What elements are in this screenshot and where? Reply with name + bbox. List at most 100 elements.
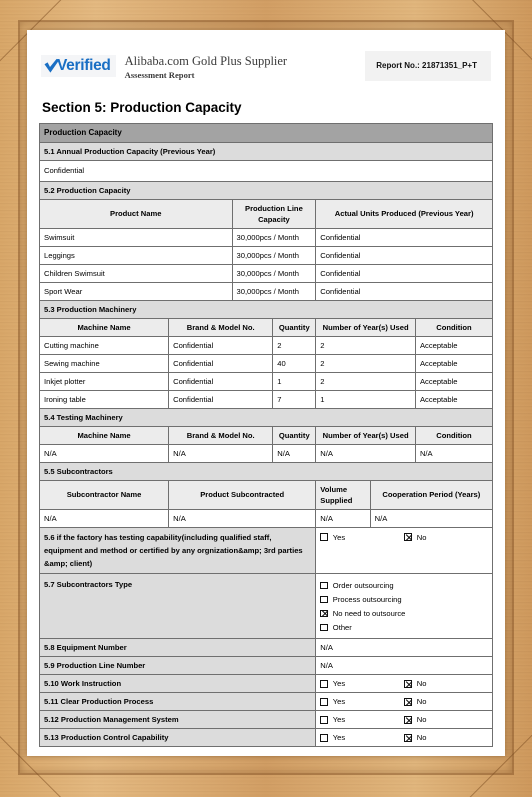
cell-years-used: 2 bbox=[315, 371, 416, 391]
checkbox-icon-yes[interactable] bbox=[320, 716, 328, 724]
brand-title: Alibaba.com Gold Plus Supplier bbox=[124, 54, 288, 68]
table-row-band-51: 5.1 Annual Production Capacity (Previous… bbox=[39, 141, 493, 161]
cell-quantity: 2 bbox=[272, 335, 317, 355]
checkbox-option-no-5-12[interactable]: No bbox=[404, 714, 427, 725]
band-5-2: 5.2 Production Capacity bbox=[39, 180, 493, 200]
checkbox-option-no-5-11[interactable]: No bbox=[404, 696, 427, 707]
checkbox-option-no-5-10[interactable]: No bbox=[404, 678, 427, 689]
checkbox-option-no-need-to-outsource[interactable]: No need to outsource bbox=[320, 608, 488, 619]
checkbox-label-no: No bbox=[416, 715, 427, 725]
cell-machine-name: Cutting machine bbox=[38, 335, 170, 355]
cell-condition: Acceptable bbox=[414, 353, 494, 373]
checkbox-label-yes: Yes bbox=[332, 679, 346, 689]
col-machine-name: Machine Name bbox=[38, 317, 170, 337]
production-capacity-table: Production Capacity 5.1 Annual Productio… bbox=[38, 123, 494, 748]
checkbox-icon-yes[interactable] bbox=[320, 533, 328, 541]
cell-product-name: Children Swimsuit bbox=[39, 263, 233, 283]
col-quantity: Quantity bbox=[272, 317, 317, 337]
col-brand-model: Brand & Model No. bbox=[168, 425, 274, 445]
table-row: Children Swimsuit 30,000pcs / Month Conf… bbox=[39, 263, 493, 283]
cell-actual-units: Confidential bbox=[315, 263, 493, 283]
brand-subtitle: Assessment Report bbox=[124, 69, 195, 80]
checkbox-icon-no[interactable] bbox=[404, 698, 412, 706]
band-5-3: 5.3 Production Machinery bbox=[39, 299, 493, 319]
cell-machine-name: N/A bbox=[38, 443, 170, 463]
table-row-5-7: 5.7 Subcontractors Type Order outsourcin… bbox=[38, 573, 493, 640]
brand-text: Alibaba.com Gold Plus Supplier Assessmen… bbox=[125, 50, 288, 80]
checkbox-label-other: Other bbox=[332, 622, 352, 632]
table-row-band-52: 5.2 Production Capacity bbox=[39, 180, 493, 200]
page-title: Section 5: Production Capacity bbox=[42, 100, 242, 115]
cell-years-used: 2 bbox=[315, 335, 416, 355]
table-row-52-head: Product Name Production Line Capacity Ac… bbox=[39, 198, 493, 229]
checkbox-option-yes-5-10[interactable]: Yes bbox=[320, 678, 404, 689]
cell-brand-model: N/A bbox=[168, 443, 274, 463]
verified-logo-text: Verified bbox=[57, 57, 111, 74]
cell-cooperation-period: N/A bbox=[369, 508, 494, 528]
col-subcontractor-name: Subcontractor Name bbox=[38, 479, 170, 510]
checkbox-option-yes-5-6[interactable]: Yes bbox=[320, 532, 404, 543]
value-5-1: Confidential bbox=[39, 159, 493, 182]
table-row-band-55: 5.5 Subcontractors bbox=[39, 461, 493, 481]
band-5-5: 5.5 Subcontractors bbox=[39, 461, 493, 481]
choices-5-12: Yes No bbox=[315, 710, 493, 730]
desk-background: Verified Alibaba.com Gold Plus Supplier … bbox=[0, 0, 532, 797]
col-machine-name: Machine Name bbox=[38, 425, 170, 445]
table-row-band-main: Production Capacity bbox=[39, 123, 493, 143]
band-production-capacity: Production Capacity bbox=[39, 123, 493, 143]
col-brand-model: Brand & Model No. bbox=[168, 317, 274, 337]
cell-product-name: Sport Wear bbox=[39, 281, 233, 301]
col-condition: Condition bbox=[414, 317, 494, 337]
label-5-13: 5.13 Production Control Capability bbox=[38, 728, 317, 748]
cell-condition: Acceptable bbox=[414, 371, 494, 391]
table-row: Swimsuit 30,000pcs / Month Confidential bbox=[39, 227, 493, 247]
col-volume-supplied: Volume Supplied bbox=[315, 479, 371, 510]
checkbox-label-process-outsourcing: Process outsourcing bbox=[332, 594, 402, 604]
table-row-5-13: 5.13 Production Control Capability Yes N… bbox=[38, 728, 493, 748]
checkbox-icon-yes[interactable] bbox=[320, 680, 328, 688]
label-5-8: 5.8 Equipment Number bbox=[38, 638, 317, 658]
checkbox-label-yes: Yes bbox=[332, 733, 346, 743]
cell-quantity: 7 bbox=[272, 389, 317, 409]
table-row-53-head: Machine Name Brand & Model No. Quantity … bbox=[38, 317, 494, 337]
checkbox-option-no-5-6[interactable]: No bbox=[404, 532, 427, 543]
checkbox-option-no-5-13[interactable]: No bbox=[404, 732, 427, 743]
checkbox-icon-no[interactable] bbox=[404, 680, 412, 688]
col-product-subcontracted: Product Subcontracted bbox=[168, 479, 317, 510]
checkbox-icon-other[interactable] bbox=[320, 623, 328, 632]
checkbox-option-order-outsourcing[interactable]: Order outsourcing bbox=[320, 580, 488, 591]
table-row: Inkjet plotter Confidential 1 2 Acceptab… bbox=[38, 371, 494, 391]
checkbox-icon-yes[interactable] bbox=[320, 734, 328, 742]
cell-volume-supplied: N/A bbox=[315, 508, 371, 528]
choices-5-10: Yes No bbox=[315, 674, 493, 694]
cell-line-capacity: 30,000pcs / Month bbox=[231, 281, 317, 301]
value-5-8: N/A bbox=[315, 638, 493, 658]
checkbox-icon-no[interactable] bbox=[404, 533, 412, 541]
cell-line-capacity: 30,000pcs / Month bbox=[231, 263, 317, 283]
checkbox-option-yes-5-11[interactable]: Yes bbox=[320, 696, 404, 707]
table-row-5-10: 5.10 Work Instruction Yes No bbox=[38, 674, 493, 694]
cell-actual-units: Confidential bbox=[315, 245, 493, 265]
table-row: Sewing machine Confidential 40 2 Accepta… bbox=[38, 353, 494, 373]
cell-years-used: 2 bbox=[315, 353, 416, 373]
cell-line-capacity: 30,000pcs / Month bbox=[231, 227, 317, 247]
cell-brand-model: Confidential bbox=[168, 353, 274, 373]
table-row-54-head: Machine Name Brand & Model No. Quantity … bbox=[38, 425, 494, 445]
table-row-5-8: 5.8 Equipment Number N/A bbox=[38, 638, 493, 658]
checkbox-option-yes-5-12[interactable]: Yes bbox=[320, 714, 404, 725]
checkbox-icon-no[interactable] bbox=[404, 734, 412, 742]
checkbox-option-yes-5-13[interactable]: Yes bbox=[320, 732, 404, 743]
col-years-used: Number of Year(s) Used bbox=[315, 317, 416, 337]
checkbox-icon-no[interactable] bbox=[404, 716, 412, 724]
choices-5-6: Yes No bbox=[315, 526, 493, 575]
checkbox-option-other[interactable]: Other bbox=[320, 622, 488, 633]
checkbox-icon-process-outsourcing[interactable] bbox=[320, 595, 328, 604]
checkbox-icon-yes[interactable] bbox=[320, 698, 328, 706]
checkbox-icon-no-need-to-outsource[interactable] bbox=[320, 609, 328, 618]
checkbox-option-process-outsourcing[interactable]: Process outsourcing bbox=[320, 594, 488, 605]
checkbox-icon-order-outsourcing[interactable] bbox=[320, 581, 328, 590]
cell-brand-model: Confidential bbox=[168, 389, 274, 409]
checkbox-label-no: No bbox=[416, 733, 427, 743]
table-row-band-53: 5.3 Production Machinery bbox=[39, 299, 493, 319]
cell-product-name: Leggings bbox=[39, 245, 233, 265]
